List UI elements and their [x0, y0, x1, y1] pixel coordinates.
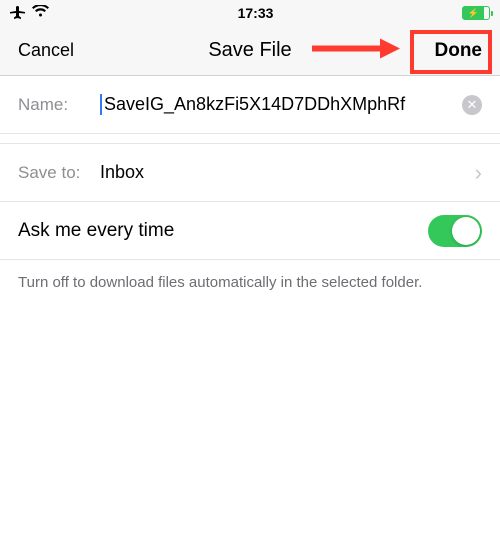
nav-bar: Cancel Save File Done: [0, 26, 500, 76]
ask-every-time-row: Ask me every time: [0, 202, 500, 260]
ask-every-time-toggle[interactable]: [428, 215, 482, 247]
battery-icon: ⚡: [462, 6, 490, 20]
name-label: Name:: [18, 95, 100, 115]
done-button[interactable]: Done: [435, 40, 483, 62]
wifi-icon: [32, 5, 49, 21]
charging-bolt-icon: ⚡: [468, 9, 479, 18]
status-bar: 17:33 ⚡: [0, 0, 500, 26]
name-row: Name: SaveIG_An8kzFi5X14D7DDhXMphRf ✕: [0, 76, 500, 134]
chevron-right-icon: ›: [475, 160, 482, 186]
status-left: [10, 4, 49, 23]
status-time: 17:33: [238, 5, 274, 21]
filename-input[interactable]: SaveIG_An8kzFi5X14D7DDhXMphRf: [100, 94, 456, 115]
status-right: ⚡: [462, 6, 490, 20]
footer-description: Turn off to download files automatically…: [0, 260, 500, 305]
annotation-arrow: [310, 36, 400, 65]
clear-text-button[interactable]: ✕: [462, 95, 482, 115]
cancel-button[interactable]: Cancel: [18, 40, 74, 61]
page-title: Save File: [208, 39, 291, 62]
airplane-mode-icon: [10, 4, 26, 23]
ask-every-time-label: Ask me every time: [18, 220, 174, 242]
save-to-label: Save to:: [18, 163, 100, 183]
section-gap: [0, 134, 500, 144]
save-to-row[interactable]: Save to: Inbox ›: [0, 144, 500, 202]
switch-knob: [452, 217, 480, 245]
save-to-value: Inbox: [100, 162, 144, 183]
close-icon: ✕: [467, 97, 478, 113]
content: Name: SaveIG_An8kzFi5X14D7DDhXMphRf ✕ Sa…: [0, 76, 500, 305]
